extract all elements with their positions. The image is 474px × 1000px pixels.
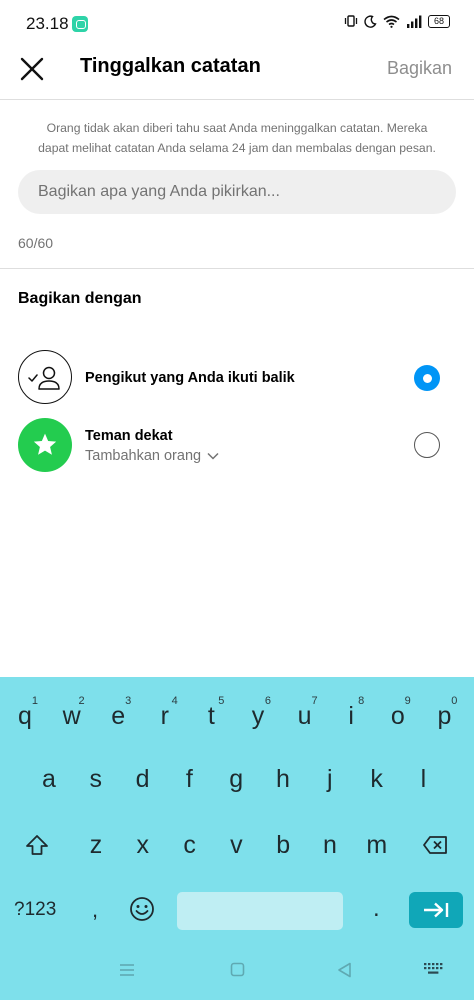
key-label: o — [390, 702, 405, 730]
key-label: q — [18, 702, 32, 730]
key-l[interactable]: l — [403, 753, 443, 805]
key-p[interactable]: 0p — [424, 685, 464, 737]
key-label: r — [160, 702, 169, 730]
comma-key[interactable]: , — [92, 897, 98, 923]
key-u[interactable]: 7u — [285, 685, 325, 737]
status-bar: 23.18 68 — [0, 0, 474, 46]
shift-key[interactable] — [17, 819, 57, 871]
key-label: e — [111, 702, 126, 730]
divider — [0, 268, 474, 269]
key-label: p — [437, 702, 452, 730]
key-label: t — [207, 702, 215, 730]
enter-key[interactable] — [409, 892, 463, 928]
option-close-friends[interactable]: Teman dekat Tambahkan orang — [18, 418, 456, 474]
header: Tinggalkan catatan Bagikan — [0, 46, 474, 100]
key-i[interactable]: 8i — [331, 685, 371, 737]
key-label: w — [62, 702, 81, 730]
key-c[interactable]: c — [170, 819, 210, 871]
status-icons: 68 — [344, 14, 450, 28]
option-mutual-followers[interactable]: Pengikut yang Anda ikuti balik — [18, 350, 456, 406]
option-label: Teman dekat — [85, 428, 173, 444]
add-people-link[interactable]: Tambahkan orang — [85, 448, 219, 464]
menu-icon[interactable] — [119, 962, 135, 978]
mutual-followers-icon — [18, 350, 72, 404]
key-y[interactable]: 6y — [238, 685, 278, 737]
key-j[interactable]: j — [310, 753, 350, 805]
symbols-key[interactable]: ?123 — [14, 899, 56, 921]
key-r[interactable]: 4r — [145, 685, 185, 737]
close-icon[interactable] — [18, 55, 46, 83]
close-friends-icon — [18, 418, 72, 472]
key-t[interactable]: 5t — [191, 685, 231, 737]
key-g[interactable]: g — [216, 753, 256, 805]
key-v[interactable]: v — [216, 819, 256, 871]
navigation-bar — [0, 962, 474, 990]
add-people-label: Tambahkan orang — [85, 448, 202, 464]
key-n[interactable]: n — [310, 819, 350, 871]
key-f[interactable]: f — [169, 753, 209, 805]
back-icon[interactable] — [337, 962, 352, 978]
backspace-key[interactable] — [415, 819, 455, 871]
share-button[interactable]: Bagikan — [387, 58, 452, 79]
key-z[interactable]: z — [76, 819, 116, 871]
key-x[interactable]: x — [123, 819, 163, 871]
battery-icon: 68 — [428, 14, 450, 28]
key-k[interactable]: k — [357, 753, 397, 805]
chevron-down-icon — [207, 452, 219, 460]
status-time: 23.18 — [26, 14, 69, 33]
emoji-key[interactable] — [122, 883, 162, 935]
key-e[interactable]: 3e — [98, 685, 138, 737]
radio-selected[interactable] — [414, 365, 440, 391]
key-w[interactable]: 2w — [52, 685, 92, 737]
keyboard-hide-icon[interactable] — [423, 962, 443, 976]
key-m[interactable]: m — [357, 819, 397, 871]
star-icon — [33, 433, 57, 455]
key-s[interactable]: s — [76, 753, 116, 805]
key-b[interactable]: b — [263, 819, 303, 871]
character-counter: 60/60 — [18, 235, 54, 251]
key-label: u — [297, 702, 312, 730]
emoji-icon — [130, 897, 154, 921]
key-d[interactable]: d — [123, 753, 163, 805]
period-key[interactable]: . — [373, 895, 380, 923]
key-label: i — [348, 702, 354, 730]
message-app-icon — [72, 16, 88, 32]
shift-icon — [26, 835, 48, 855]
wifi-icon — [383, 15, 400, 28]
info-text: Orang tidak akan diberi tahu saat Anda m… — [38, 121, 436, 155]
key-a[interactable]: a — [29, 753, 69, 805]
key-h[interactable]: h — [263, 753, 303, 805]
backspace-icon — [423, 836, 447, 854]
tab-arrow-icon — [424, 902, 449, 918]
option-label: Pengikut yang Anda ikuti balik — [85, 370, 295, 386]
key-label: y — [251, 702, 265, 730]
vibrate-icon — [344, 15, 358, 27]
home-icon[interactable] — [230, 962, 245, 977]
moon-icon — [364, 14, 377, 28]
signal-icon — [407, 15, 422, 28]
page-title: Tinggalkan catatan — [80, 55, 261, 77]
section-title: Bagikan dengan — [18, 290, 142, 307]
keyboard: 1q2w3e4r5t6y7u8i9o0p asdfghjkl zxcvbnm ?… — [0, 677, 474, 1000]
note-input[interactable] — [18, 170, 456, 214]
person-check-icon — [28, 366, 60, 390]
space-bar[interactable] — [177, 892, 343, 930]
key-o[interactable]: 9o — [378, 685, 418, 737]
key-q[interactable]: 1q — [5, 685, 45, 737]
radio-unselected[interactable] — [414, 432, 440, 458]
